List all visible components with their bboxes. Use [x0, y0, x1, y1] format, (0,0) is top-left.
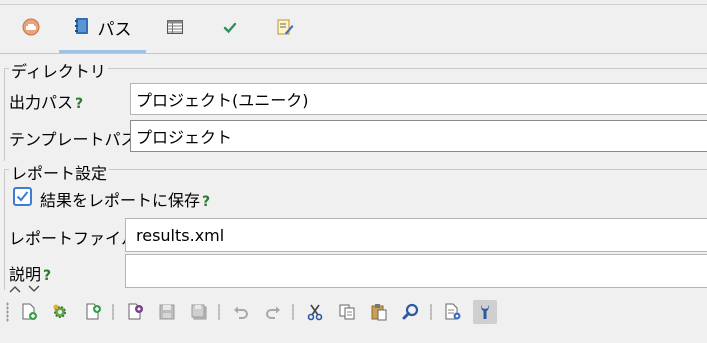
toolbar-separator: [430, 304, 432, 320]
tab-check[interactable]: [215, 5, 245, 53]
save-report-label-text: 結果をレポートに保存: [40, 191, 201, 210]
template-path-label: テンプレートパス?: [9, 126, 147, 150]
edit-page-icon: [276, 18, 294, 40]
undo-icon[interactable]: [230, 301, 252, 323]
template-path-label-text: テンプレートパス: [9, 130, 137, 149]
output-path-value: プロジェクト(ユニーク): [136, 91, 309, 110]
redo-icon[interactable]: [262, 301, 284, 323]
save-all-icon[interactable]: [188, 301, 210, 323]
report-file-field[interactable]: results.xml: [125, 218, 707, 252]
chevron-up-icon[interactable]: [9, 282, 21, 296]
output-path-field[interactable]: プロジェクト(ユニーク): [130, 83, 707, 115]
report-file-label-text: レポートファイル: [9, 229, 138, 248]
save-report-checkbox[interactable]: [13, 187, 32, 206]
page-settings-icon[interactable]: [124, 301, 146, 323]
gear-badge-icon: [22, 18, 40, 40]
output-path-label-text: 出力パス: [9, 93, 74, 112]
directory-group-title: ディレクトリ: [9, 58, 108, 82]
tab-general[interactable]: [12, 5, 50, 53]
description-help-icon[interactable]: ?: [43, 268, 51, 284]
save-report-help-icon[interactable]: ?: [202, 194, 210, 210]
template-path-field[interactable]: プロジェクト: [130, 120, 707, 152]
properties-icon[interactable]: [442, 301, 464, 323]
export-icon[interactable]: [82, 301, 104, 323]
report-group-title: レポート設定: [9, 160, 110, 184]
save-icon[interactable]: [156, 301, 178, 323]
toolbar-separator: [112, 304, 114, 320]
gear-add-icon[interactable]: [50, 301, 72, 323]
new-file-icon[interactable]: [18, 301, 40, 323]
check-icon: [223, 20, 237, 38]
cut-icon[interactable]: [304, 301, 326, 323]
tab-edit[interactable]: [270, 5, 300, 53]
save-report-label: 結果をレポートに保存?: [40, 187, 210, 211]
report-file-value: results.xml: [136, 225, 225, 245]
tab-path[interactable]: パス: [59, 5, 146, 53]
toolbar-grip[interactable]: [6, 302, 9, 322]
toolbar-separator: [292, 304, 294, 320]
paste-icon[interactable]: [368, 301, 390, 323]
toolbar-separator: [218, 304, 220, 320]
output-path-help-icon[interactable]: ?: [75, 96, 83, 112]
tab-path-label: パス: [97, 20, 132, 40]
description-field[interactable]: [125, 254, 707, 288]
output-path-label: 出力パス?: [9, 89, 83, 113]
table-icon: [167, 20, 183, 38]
search-icon[interactable]: [400, 301, 422, 323]
wrench-icon[interactable]: [473, 300, 497, 324]
copy-icon[interactable]: [336, 301, 358, 323]
checkmark-icon: [16, 191, 29, 202]
tab-table[interactable]: [160, 5, 190, 53]
template-path-value: プロジェクト: [136, 128, 233, 147]
bottom-toolbar: [0, 297, 707, 327]
chevron-down-icon[interactable]: [28, 282, 40, 296]
tab-bar: パス: [0, 5, 707, 54]
notebook-icon: [74, 17, 90, 39]
